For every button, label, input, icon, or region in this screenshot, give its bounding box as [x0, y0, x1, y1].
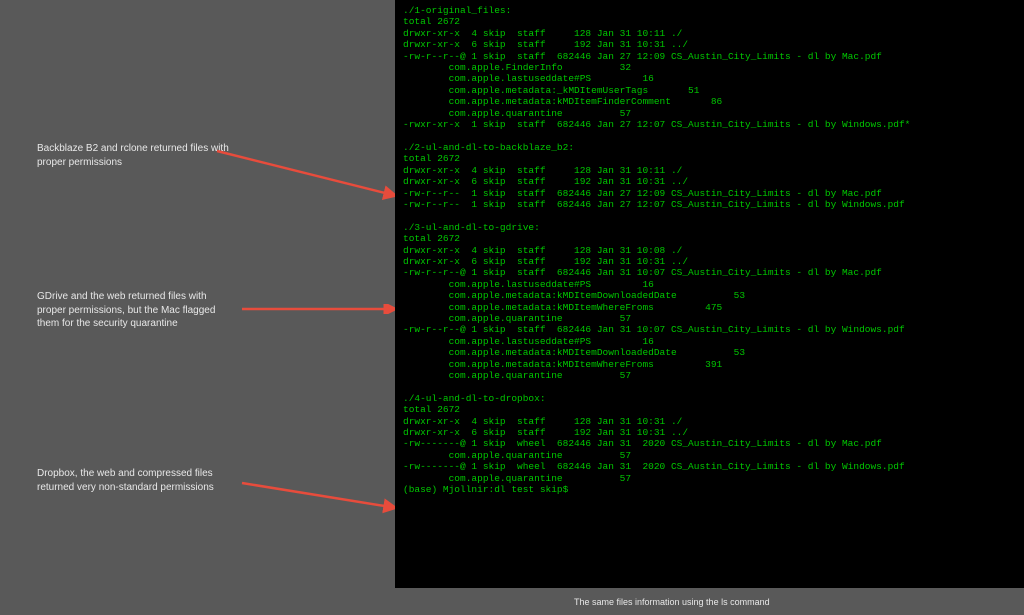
- arrow-icon: [240, 304, 410, 314]
- annotation-gdrive: GDrive and the web returned files with p…: [37, 290, 232, 331]
- terminal-output: ./1-original_files: total 2672 drwxr-xr-…: [395, 0, 1024, 588]
- annotation-backblaze: Backblaze B2 and rclone returned files w…: [37, 142, 232, 169]
- arrow-icon: [215, 148, 410, 203]
- figure-caption: The same files information using the ls …: [574, 597, 770, 607]
- arrow-icon: [240, 480, 410, 515]
- annotation-text: Dropbox, the web and compressed files re…: [37, 468, 214, 493]
- annotation-text: Backblaze B2 and rclone returned files w…: [37, 143, 229, 168]
- annotation-text: GDrive and the web returned files with p…: [37, 291, 215, 329]
- annotation-dropbox: Dropbox, the web and compressed files re…: [37, 467, 232, 494]
